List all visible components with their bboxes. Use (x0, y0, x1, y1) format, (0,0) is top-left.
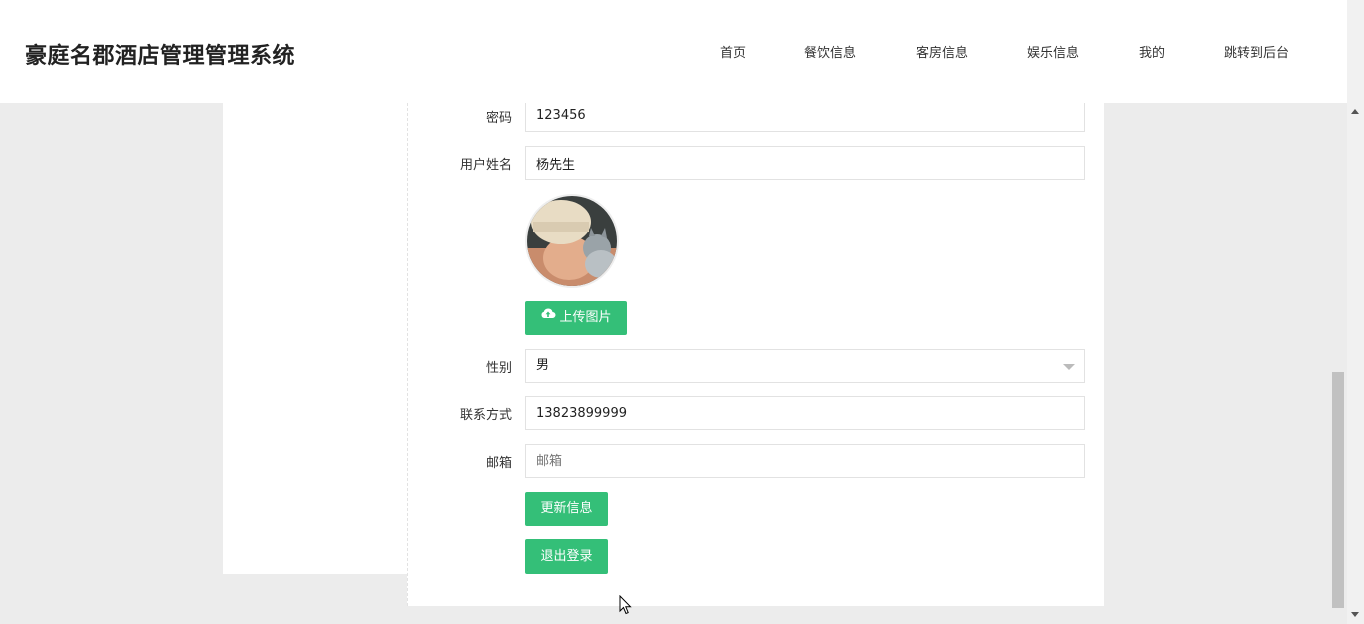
nav-dining[interactable]: 餐饮信息 (804, 42, 856, 61)
scroll-down-icon[interactable] (1351, 612, 1359, 617)
email-label: 邮箱 (485, 456, 512, 471)
scrollbar-thumb[interactable] (1332, 372, 1344, 608)
name-label: 用户姓名 (459, 158, 512, 173)
upload-image-button[interactable]: 上传图片 (525, 301, 627, 335)
nav-home[interactable]: 首页 (720, 42, 746, 61)
phone-field[interactable] (525, 396, 1085, 430)
site-title: 豪庭名郡酒店管理管理系统 (25, 44, 296, 69)
upload-image-label: 上传图片 (559, 310, 612, 325)
name-field[interactable] (525, 146, 1085, 180)
header: 豪庭名郡酒店管理管理系统 首页 餐饮信息 客房信息 娱乐信息 我的 跳转到后台 (0, 0, 1347, 103)
gender-value: 男 (536, 358, 550, 373)
chevron-down-icon (1063, 364, 1075, 370)
nav-rooms[interactable]: 客房信息 (916, 42, 968, 61)
password-field[interactable] (525, 98, 1085, 132)
gender-label: 性别 (485, 361, 512, 376)
nav-entertainment[interactable]: 娱乐信息 (1027, 42, 1079, 61)
logout-button[interactable]: 退出登录 (525, 539, 608, 574)
avatar (525, 194, 619, 288)
scroll-up-icon[interactable] (1351, 109, 1359, 114)
phone-label: 联系方式 (459, 408, 512, 423)
mouse-cursor-icon (619, 594, 633, 619)
nav-admin[interactable]: 跳转到后台 (1224, 42, 1289, 61)
update-info-button[interactable]: 更新信息 (525, 492, 608, 526)
email-field[interactable] (525, 444, 1085, 478)
nav-mine[interactable]: 我的 (1139, 42, 1165, 61)
cloud-upload-icon (540, 299, 556, 333)
page-scrollbar[interactable] (1347, 0, 1364, 624)
gender-select[interactable]: 男 (525, 349, 1085, 383)
password-label: 密码 (485, 111, 512, 126)
left-panel (223, 103, 408, 574)
